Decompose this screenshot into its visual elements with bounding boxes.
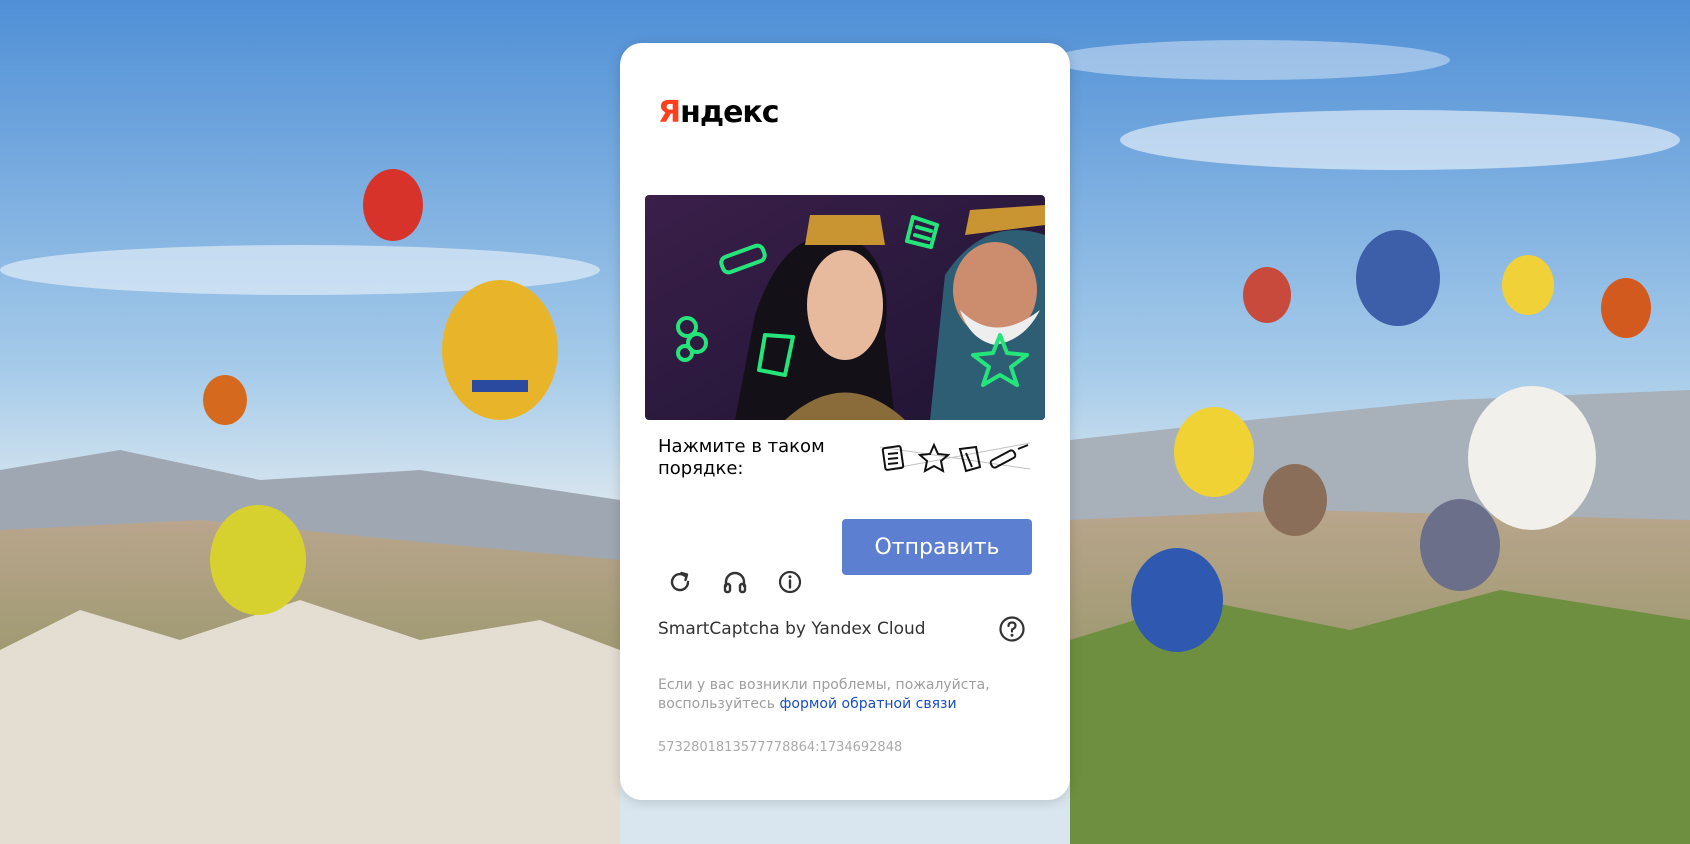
request-id: 5732801813577778864:1734692848: [658, 740, 903, 755]
refresh-icon[interactable]: [665, 567, 695, 597]
question-icon[interactable]: [998, 615, 1026, 643]
star-icon: [917, 442, 951, 473]
help-note: Если у вас возникли проблемы, пожалуйста…: [658, 676, 1038, 714]
captcha-instruction: Нажмите в таком порядке:: [658, 436, 825, 479]
yandex-logo: Яндекс: [658, 95, 780, 130]
smartcaptcha-brand: SmartCaptcha by Yandex Cloud: [658, 619, 926, 639]
notepad-icon: [881, 445, 905, 471]
captcha-card: Яндекс Нажмите в таком порядке: Отправит…: [620, 43, 1070, 800]
card-icon: [958, 445, 982, 473]
captcha-sequence: [879, 439, 1040, 475]
info-icon[interactable]: [775, 567, 805, 597]
feedback-form-link[interactable]: формой обратной связи: [779, 696, 956, 712]
headphones-icon[interactable]: [720, 567, 750, 597]
captcha-image[interactable]: [645, 195, 1045, 420]
submit-button[interactable]: Отправить: [842, 519, 1032, 575]
pin-icon: [989, 444, 1029, 469]
